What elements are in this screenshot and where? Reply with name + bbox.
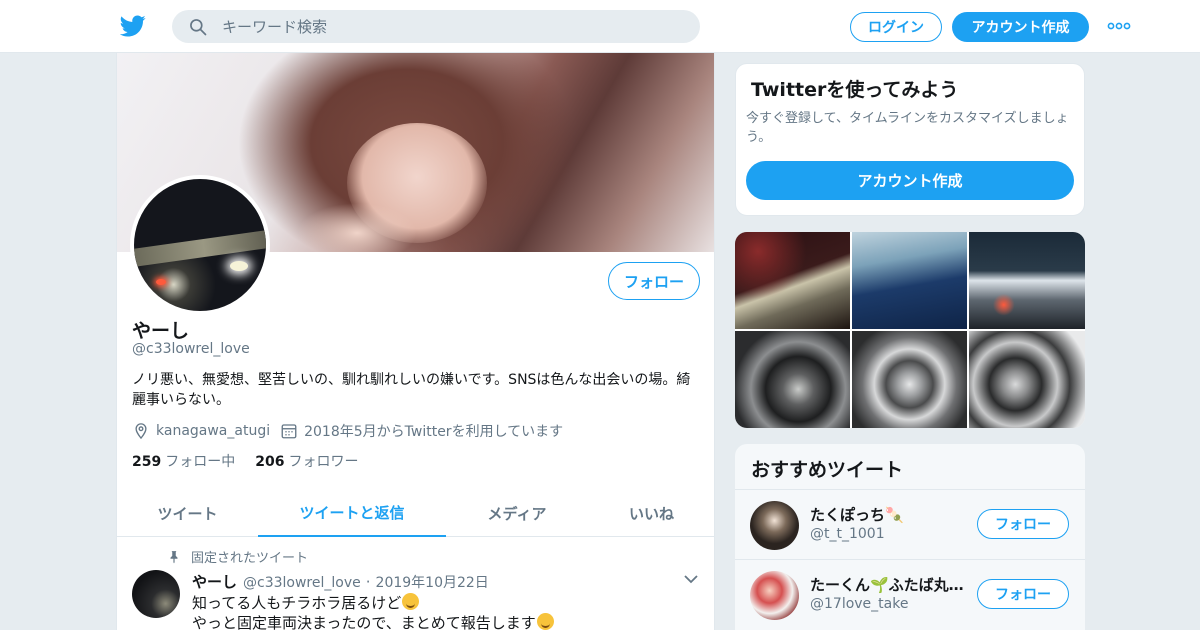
more-dots-icon[interactable]: [1106, 18, 1132, 34]
recommended-user[interactable]: たくぽっち🍡 @t_t_1001 フォロー: [735, 489, 1085, 559]
calendar-icon: [281, 424, 297, 439]
media-thumbnail[interactable]: [969, 232, 1085, 329]
profile-bio: ノリ悪い、無愛想、堅苦しいの、馴れ馴れしいの嫌いです。SNSは色んな出会いの場。…: [132, 372, 691, 408]
recommended-title: おすすめツイート: [751, 459, 904, 481]
media-thumbnail[interactable]: [735, 232, 850, 329]
smiling-emoji-icon: [536, 613, 554, 630]
media-thumbnail[interactable]: [735, 331, 850, 428]
signup-button[interactable]: アカウント作成: [952, 12, 1089, 42]
profile-joined: 2018年5月からTwitterを利用しています: [304, 424, 564, 440]
media-grid: [735, 232, 1085, 428]
tweet-date[interactable]: 2019年10月22日: [376, 572, 489, 592]
profile-counts: 259 フォロー中 206 フォロワー: [132, 451, 378, 471]
profile-meta: kanagawa_atugi 2018年5月からTwitterを利用しています: [132, 421, 573, 441]
media-thumbnail[interactable]: [852, 331, 967, 428]
recommended-user-name[interactable]: たくぽっち🍡: [810, 504, 970, 525]
signup-card-title: Twitterを使ってみよう: [751, 79, 959, 101]
search-input[interactable]: [222, 17, 682, 36]
recommended-user-avatar[interactable]: [750, 501, 799, 550]
signup-card: Twitterを使ってみよう 今すぐ登録して、タイムラインをカスタマイズしましょ…: [735, 63, 1085, 216]
recommended-user-handle[interactable]: @17love_take: [810, 596, 908, 612]
followers-count[interactable]: 206 フォロワー: [255, 451, 358, 471]
profile-column: フォロー やーし @c33lowrel_love ノリ悪い、無愛想、堅苦しいの、…: [116, 53, 715, 630]
signup-card-description: 今すぐ登録して、タイムラインをカスタマイズしましょう。: [746, 111, 1069, 145]
media-thumbnail[interactable]: [969, 331, 1085, 428]
follow-button[interactable]: フォロー: [608, 262, 700, 300]
tab-tweets-and-replies[interactable]: ツイートと返信: [258, 490, 446, 537]
profile-handle[interactable]: @c33lowrel_love: [132, 341, 250, 357]
profile-tabs: ツイート ツイートと返信 メディア いいね: [117, 490, 714, 537]
chevron-down-icon[interactable]: [683, 572, 699, 586]
recommended-user-handle[interactable]: @t_t_1001: [810, 526, 885, 542]
top-navigation-bar: ログイン アカウント作成: [0, 0, 1200, 53]
tweet-author-name[interactable]: やーし: [192, 571, 237, 592]
tab-tweets[interactable]: ツイート: [117, 490, 258, 537]
tweet-author-avatar[interactable]: [132, 570, 180, 618]
tweet-header: やーし @c33lowrel_love · 2019年10月22日: [192, 571, 489, 592]
twitter-bird-icon[interactable]: [120, 13, 146, 39]
following-count[interactable]: 259 フォロー中: [132, 451, 235, 471]
recommended-user-name[interactable]: たーくん🌱ふたば丸…: [810, 574, 970, 595]
media-thumbnail[interactable]: [852, 232, 967, 329]
signup-card-button[interactable]: アカウント作成: [746, 161, 1074, 200]
profile-name: やーし: [132, 320, 190, 342]
tweet-text: 知ってる人もチラホラ居るけど やっと固定車両決まったので、まとめて報告します: [192, 593, 554, 630]
recommended-follow-button[interactable]: フォロー: [977, 509, 1069, 539]
recommended-user[interactable]: たーくん🌱ふたば丸… @17love_take フォロー: [735, 559, 1085, 629]
search-icon: [190, 18, 207, 35]
tweet-separator: ·: [365, 573, 371, 591]
tab-likes[interactable]: いいね: [588, 490, 714, 537]
pinned-tweet-label: 固定されたツイート: [167, 547, 308, 566]
pin-icon: [170, 550, 178, 563]
login-button[interactable]: ログイン: [850, 12, 942, 42]
search-bar[interactable]: [172, 10, 700, 43]
recommended-user-avatar[interactable]: [750, 571, 799, 620]
tab-media[interactable]: メディア: [446, 490, 588, 537]
profile-avatar[interactable]: [130, 175, 270, 315]
recommended-follow-button[interactable]: フォロー: [977, 579, 1069, 609]
recommended-card: おすすめツイート たくぽっち🍡 @t_t_1001 フォロー たーくん🌱ふたば丸…: [735, 444, 1085, 630]
location-pin-icon: [135, 423, 147, 440]
profile-location: kanagawa_atugi: [156, 423, 271, 439]
tweet-author-handle[interactable]: @c33lowrel_love: [243, 575, 361, 591]
grinning-emoji-icon: [402, 593, 420, 610]
